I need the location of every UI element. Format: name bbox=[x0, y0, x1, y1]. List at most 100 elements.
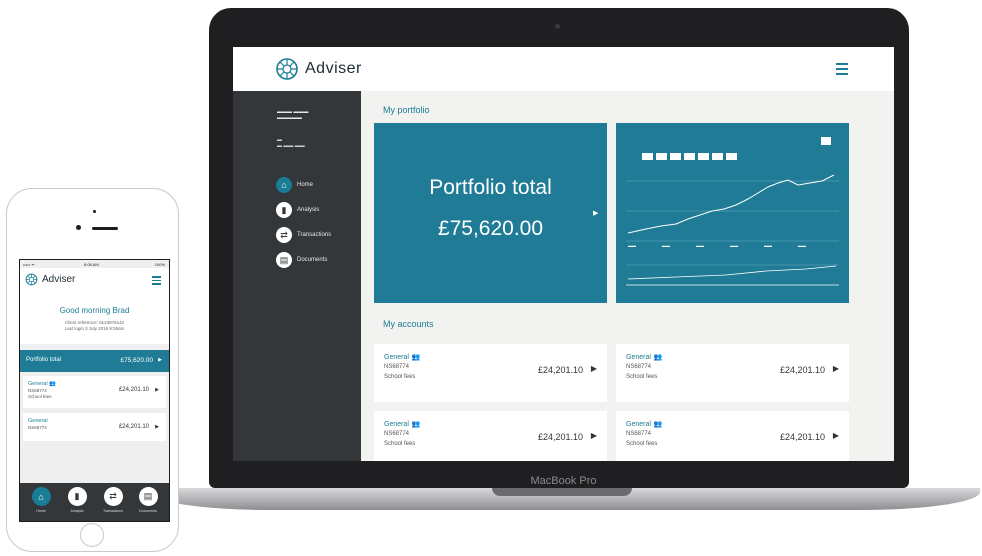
nav-transactions[interactable]: ⇄ Transactions bbox=[96, 487, 130, 513]
greeting-text: Good morning Brad bbox=[59, 306, 130, 315]
laptop-model-label: MacBook Pro bbox=[530, 475, 597, 487]
account-description: School fees bbox=[626, 441, 658, 447]
account-value: £24,201.10 bbox=[118, 387, 149, 393]
account-name: General bbox=[28, 381, 48, 387]
svg-text:▬▬: ▬▬ bbox=[662, 243, 670, 248]
portfolio-total-tile[interactable]: Portfolio total £75,620.00 ▶ bbox=[374, 123, 607, 303]
nav-documents[interactable]: ▤ Documents bbox=[131, 487, 165, 513]
chart-menu-icon[interactable] bbox=[821, 137, 831, 145]
laptop-notch bbox=[492, 488, 632, 496]
sidebar: ▬▬▬ ▬▬▬ ▬▬▬▬▬ ▬ ▬ ▬▬ ▬▬ ⌂ Home ▮ Analysis … bbox=[233, 91, 361, 461]
client-reference: Client reference: 0123976142 bbox=[64, 320, 125, 325]
phone-app-header: Adviser bbox=[20, 268, 169, 290]
chevron-right-icon: ▶ bbox=[158, 357, 162, 363]
portfolio-chart: ▬▬ ▬▬ ▬▬ ▬▬ ▬▬ ▬▬ bbox=[626, 137, 839, 286]
status-time: 8:08 AM bbox=[84, 262, 99, 267]
account-number: NS68774 bbox=[626, 364, 652, 370]
nav-home[interactable]: ⌂ Home bbox=[24, 487, 58, 513]
people-icon: 👥 bbox=[49, 381, 56, 387]
chart-x-ticks: ▬▬ ▬▬ ▬▬ ▬▬ ▬▬ ▬▬ bbox=[628, 243, 806, 248]
people-icon: 👥 bbox=[411, 354, 421, 361]
sidebar-reference-block: ▬ ▬ ▬▬ ▬▬ bbox=[277, 137, 305, 149]
account-value: £24,201.10 bbox=[537, 365, 583, 375]
sidebar-item-label: Analysis bbox=[297, 207, 320, 213]
account-card[interactable]: General 👥 NS68774 School fees £24,201.10… bbox=[23, 376, 166, 408]
transactions-icon: ⇄ bbox=[103, 487, 123, 506]
portfolio-total-label: Portfolio total bbox=[26, 357, 62, 363]
svg-text:▬▬: ▬▬ bbox=[730, 243, 738, 248]
analysis-icon: ▮ bbox=[67, 487, 87, 506]
account-card[interactable]: General 👥 NS68774 School fees £24,201.10 … bbox=[616, 411, 849, 461]
phone-screen: ••••• ᯤ 8:08 AM 100% Adviser Good mornin… bbox=[19, 259, 170, 522]
account-card[interactable]: General 👥 NS68774 School fees £24,201.10 … bbox=[616, 344, 849, 402]
documents-icon: ▤ bbox=[276, 252, 292, 268]
svg-text:▬▬: ▬▬ bbox=[764, 243, 772, 248]
hamburger-menu-icon[interactable] bbox=[836, 63, 848, 75]
account-description: School fees bbox=[626, 374, 658, 380]
chart-series-line bbox=[627, 174, 835, 234]
account-name: General bbox=[384, 421, 409, 428]
brand-name: Adviser bbox=[305, 60, 362, 77]
account-card[interactable]: General 👥 NS68774 School fees £24,201.10 … bbox=[374, 344, 607, 402]
transactions-icon: ⇄ bbox=[276, 227, 292, 243]
people-icon: 👥 bbox=[411, 421, 421, 428]
account-card[interactable]: General NS68774 £24,201.10 ▶ bbox=[23, 413, 166, 441]
account-value: £24,201.10 bbox=[779, 432, 825, 442]
last-login: Last login 3 July 2016 9:56am bbox=[64, 326, 125, 331]
chevron-right-icon: ▶ bbox=[155, 387, 159, 393]
chevron-right-icon: ▶ bbox=[832, 364, 839, 373]
svg-text:▬▬: ▬▬ bbox=[798, 243, 806, 248]
account-number: NS68774 bbox=[28, 388, 47, 393]
account-value: £24,201.10 bbox=[779, 365, 825, 375]
phone-speaker bbox=[92, 227, 118, 230]
portfolio-chart-tile[interactable]: ▬▬ ▬▬ ▬▬ ▬▬ ▬▬ ▬▬ bbox=[616, 123, 849, 303]
nav-label: Documents bbox=[139, 509, 157, 513]
phone-sensor bbox=[93, 210, 96, 213]
sidebar-item-transactions[interactable]: ⇄ Transactions bbox=[276, 226, 331, 244]
sidebar-item-analysis[interactable]: ▮ Analysis bbox=[276, 201, 319, 219]
chart-navigator-line bbox=[627, 265, 837, 280]
sidebar-item-home[interactable]: ⌂ Home bbox=[276, 176, 313, 194]
account-value: £24,201.10 bbox=[537, 432, 583, 442]
portfolio-total-row[interactable]: Portfolio total £75,620.00 ▶ bbox=[20, 350, 169, 372]
accounts-title: My accounts bbox=[383, 319, 434, 329]
sidebar-item-label: Home bbox=[297, 182, 314, 188]
chart-range-buttons[interactable] bbox=[642, 153, 737, 160]
account-name: General bbox=[28, 418, 48, 424]
people-icon: 👥 bbox=[653, 421, 663, 428]
sidebar-user-block: ▬▬▬ ▬▬▬ ▬▬▬▬▬ bbox=[277, 109, 309, 121]
sidebar-item-documents[interactable]: ▤ Documents bbox=[276, 251, 327, 269]
hamburger-menu-icon[interactable] bbox=[152, 276, 161, 287]
nav-analysis[interactable]: ▮ Analysis bbox=[60, 487, 94, 513]
overview-title: My portfolio bbox=[383, 105, 430, 115]
phone-home-button[interactable] bbox=[80, 523, 104, 547]
home-icon: ⌂ bbox=[31, 487, 51, 506]
bottom-nav: ⌂ Home ▮ Analysis ⇄ Transactions ▤ Docum… bbox=[20, 483, 169, 521]
sidebar-item-label: Documents bbox=[297, 257, 328, 263]
adviser-logo-icon bbox=[25, 273, 38, 286]
laptop-bottom-bezel: MacBook Pro bbox=[233, 461, 894, 489]
adviser-logo-icon bbox=[276, 58, 298, 80]
chevron-right-icon: ▶ bbox=[832, 431, 839, 440]
home-icon: ⌂ bbox=[276, 177, 292, 193]
chevron-right-icon: ▶ bbox=[593, 210, 599, 217]
account-name: General bbox=[626, 421, 651, 428]
phone-frame: ••••• ᯤ 8:08 AM 100% Adviser Good mornin… bbox=[6, 188, 179, 552]
app-header: Adviser bbox=[233, 47, 894, 91]
portfolio-total-label: Portfolio total bbox=[429, 176, 552, 199]
account-number: NS68774 bbox=[384, 364, 410, 370]
portfolio-total-value: £75,620.00 bbox=[120, 357, 153, 364]
chevron-right-icon: ▶ bbox=[590, 431, 597, 440]
battery-indicator: 100% bbox=[154, 262, 165, 267]
account-number: NS68774 bbox=[626, 431, 652, 437]
sidebar-item-label: Transactions bbox=[297, 232, 332, 238]
account-value: £24,201.10 bbox=[118, 424, 149, 430]
laptop-camera bbox=[555, 24, 560, 29]
account-card[interactable]: General 👥 NS68774 School fees £24,201.10 … bbox=[374, 411, 607, 461]
account-name: General bbox=[384, 354, 409, 361]
nav-label: Analysis bbox=[70, 509, 84, 513]
chevron-right-icon: ▶ bbox=[155, 424, 159, 430]
svg-text:▬▬: ▬▬ bbox=[628, 243, 636, 248]
account-description: School fees bbox=[384, 374, 416, 380]
svg-text:▬▬: ▬▬ bbox=[696, 243, 704, 248]
